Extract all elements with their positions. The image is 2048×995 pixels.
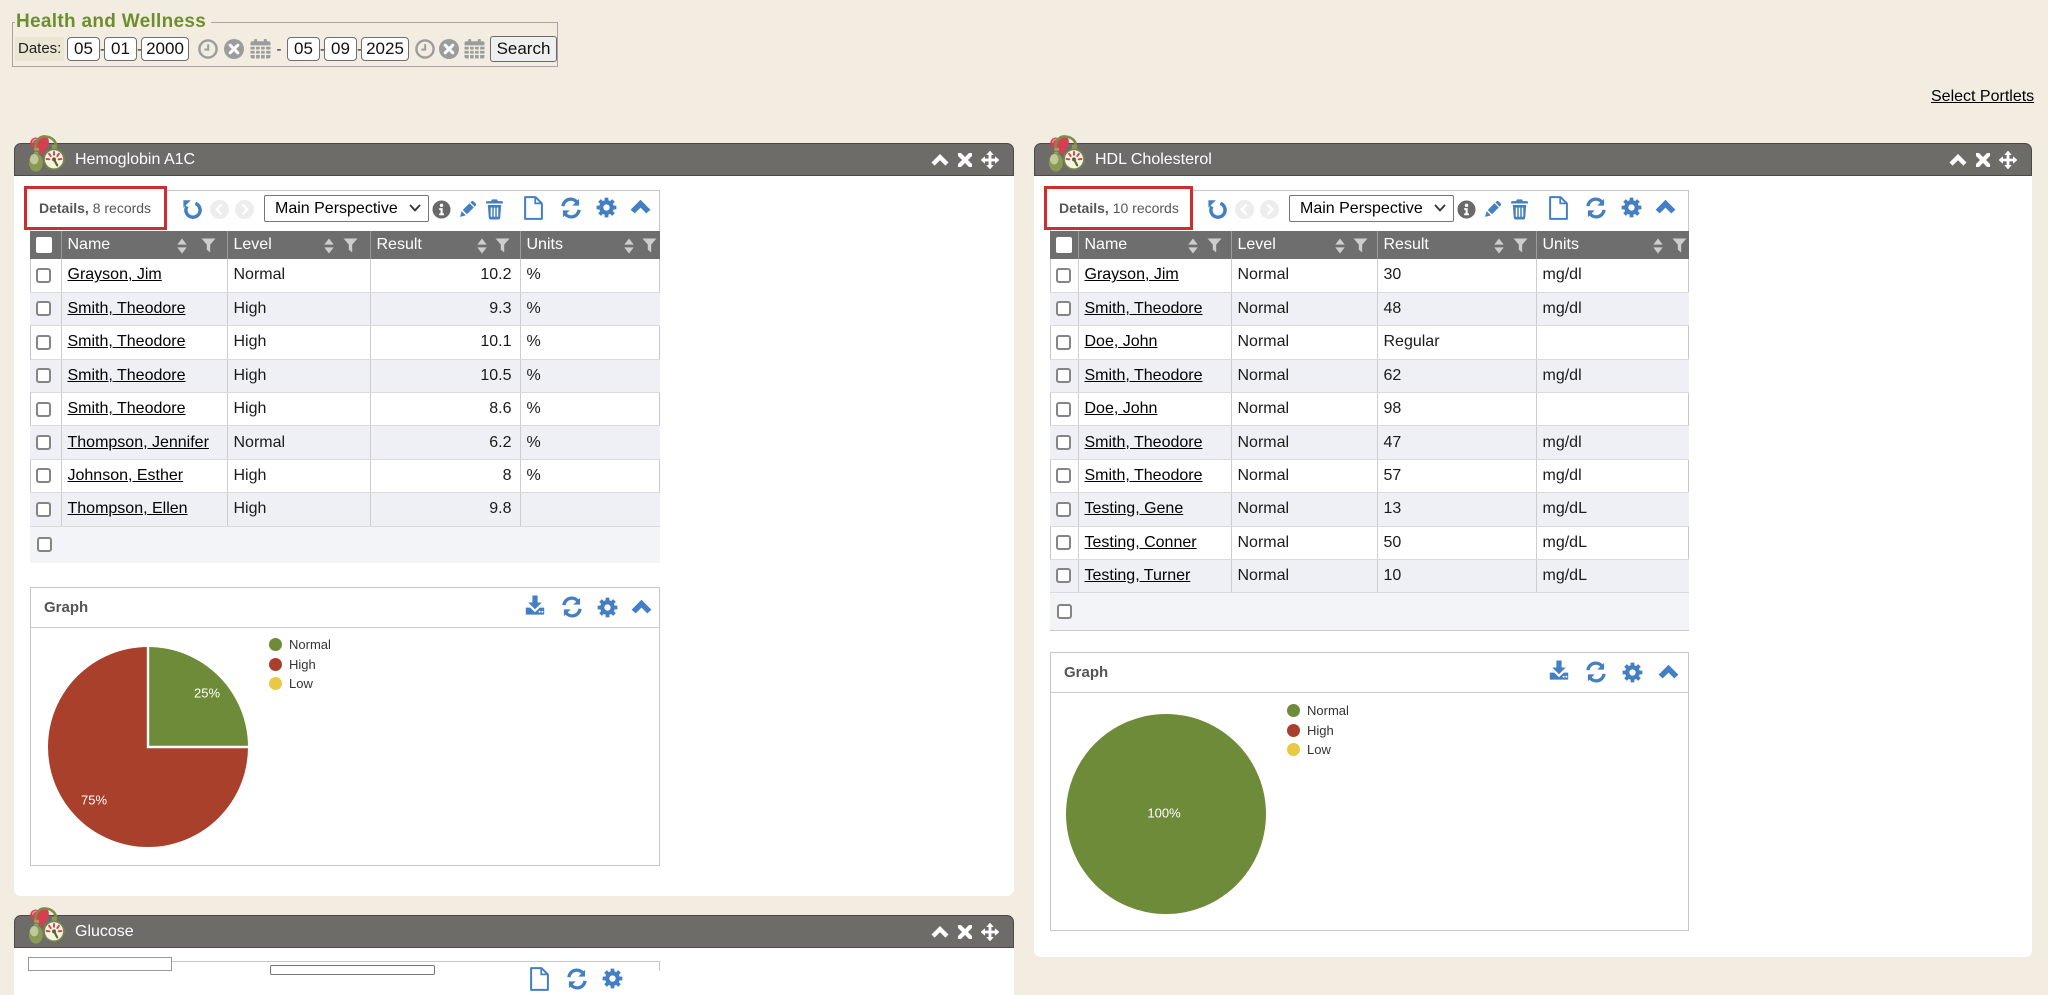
svg-text:75%: 75% — [81, 792, 107, 807]
svg-text:25%: 25% — [194, 685, 220, 700]
svg-text:100%: 100% — [1147, 805, 1181, 820]
